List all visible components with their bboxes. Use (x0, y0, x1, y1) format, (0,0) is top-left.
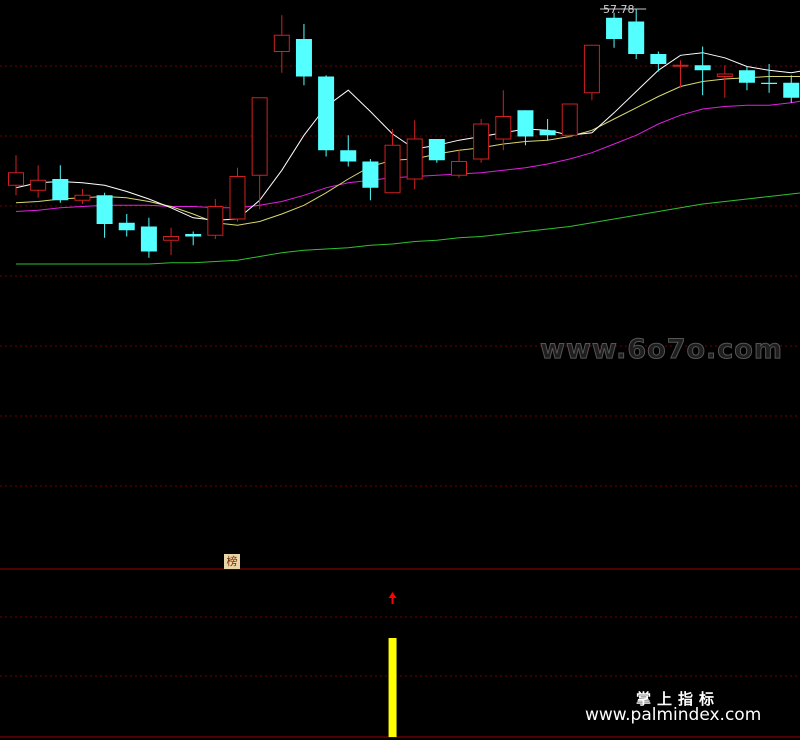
candle-body-up (406, 138, 423, 180)
candle-body-up (495, 116, 512, 140)
candle-body-down (606, 17, 623, 39)
candle-body-down (52, 179, 69, 201)
candle-body-down (628, 21, 645, 54)
ma-short-line (15, 52, 800, 221)
candle-body-up (30, 179, 47, 191)
candle-body-down (738, 70, 755, 83)
candle-body-down (694, 65, 711, 71)
candlestick-chart (0, 8, 800, 738)
candle-body-up (273, 34, 290, 52)
candle-body-up (229, 176, 246, 220)
candle-body-up (716, 73, 733, 77)
watermark-site: www.palmindex.com (585, 705, 762, 725)
candle-body-up (473, 123, 490, 160)
candle-body-up (561, 103, 578, 136)
candle-body-up (451, 161, 467, 176)
candle-body-down (428, 139, 445, 161)
candle-body-up (384, 144, 401, 194)
candle-body-down (118, 222, 135, 231)
candle-body-up (8, 172, 24, 186)
candle-body-down (783, 82, 800, 98)
candle-body-up (163, 236, 180, 241)
candle-body-up (583, 44, 600, 94)
candle-body-up (74, 194, 91, 201)
candle-body-down (295, 39, 312, 77)
max-price-label: 57.78 (603, 3, 635, 16)
candle-body-up (251, 97, 268, 176)
candle-body-down (140, 226, 157, 252)
candle-body-down (650, 54, 667, 64)
candle-body-down (96, 195, 113, 224)
candle-body-down (318, 76, 335, 151)
candle-body-down (517, 110, 534, 137)
candle-body-down (539, 130, 556, 136)
candle-body-down (185, 234, 202, 237)
candle-body-down (362, 161, 379, 188)
candle-body-down (340, 150, 357, 162)
candle-body-up (207, 206, 224, 236)
watermark-top: www.6o7o.com (540, 334, 783, 366)
chart-stage: 57.78 榜 www.6o7o.com 掌上指标 www.palmindex.… (0, 0, 800, 740)
candle-body-up (672, 64, 689, 67)
signal-badge: 榜 (224, 554, 240, 569)
signal-arrow (388, 592, 397, 604)
signal-bar (388, 638, 397, 737)
candle-body-down (761, 82, 778, 84)
